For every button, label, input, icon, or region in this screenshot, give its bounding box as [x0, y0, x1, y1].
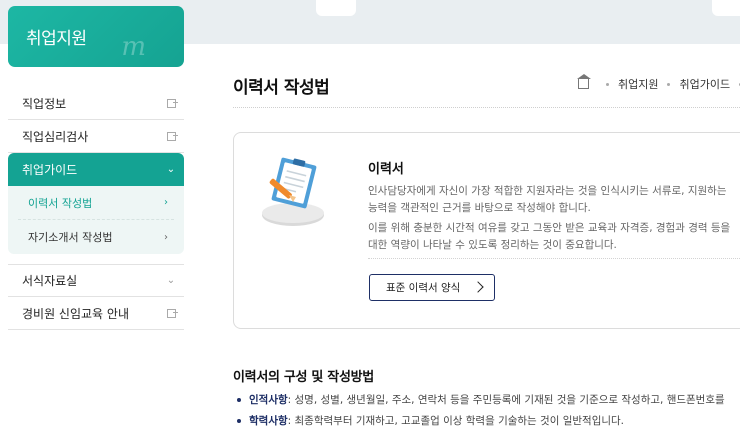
bullet-icon	[237, 397, 241, 402]
submenu-item-cover-letter[interactable]: 자기소개서 작성법 ›	[18, 220, 174, 254]
card-description: 인사담당자에게 자신이 가장 적합한 지원자라는 것을 인식시키는 서류로, 지…	[368, 185, 727, 197]
list-item: 인적사항 : 성명, 성별, 생년월일, 주소, 연락처 등을 주민등록에 기재…	[237, 392, 725, 407]
resume-info-card: 이력서 인사담당자에게 자신이 가장 적합한 지원자라는 것을 인식시키는 서류…	[233, 132, 740, 329]
decorative-script-icon: m	[121, 32, 146, 62]
sidebar-header: 취업지원 m	[8, 6, 184, 67]
card-divider	[368, 258, 740, 259]
sidebar-menu: 직업정보 직업심리검사 취업가이드 ⌄ 이력서 작성법 › 자기소개서 작성법 …	[8, 87, 184, 330]
page-title: 이력서 작성법	[233, 78, 330, 98]
card-description: 능력을 객관적인 근거를 바탕으로 작성해야 합니다.	[368, 202, 591, 214]
list-item-text: : 최종학력부터 기재하고, 고교졸업 이상 학력을 기술하는 것이 일반적입니…	[287, 415, 625, 427]
list-item-term: 학력사항	[249, 415, 288, 427]
chevron-right-icon: ›	[164, 197, 168, 208]
chevron-right-icon: ›	[164, 231, 168, 243]
list-item-text: : 성명, 성별, 생년월일, 주소, 연락처 등을 주민등록에 기재된 것을 …	[287, 394, 725, 406]
banner-shape	[712, 0, 740, 16]
sidebar-item-label: 경비원 신임교육 안내	[22, 306, 129, 321]
card-title: 이력서	[368, 162, 404, 177]
sidebar-item-label: 서식자료실	[22, 274, 78, 288]
sidebar-item-job-info[interactable]: 직업정보	[8, 87, 184, 120]
breadcrumb-separator	[667, 82, 671, 86]
chevron-down-icon: ⌄	[166, 164, 176, 175]
card-description: 대한 역량이 나타날 수 있도록 정리하는 것이 중요합니다.	[368, 239, 617, 251]
external-link-icon	[166, 98, 178, 108]
sidebar-item-forms[interactable]: 서식자료실 ⌄	[8, 264, 184, 297]
external-link-icon	[166, 308, 178, 318]
list-item: 학력사항 : 최종학력부터 기재하고, 고교졸업 이상 학력을 기술하는 것이 …	[237, 413, 624, 428]
sidebar-title: 취업지원	[26, 29, 87, 49]
banner-shape	[316, 0, 356, 16]
breadcrumb-separator	[606, 82, 609, 86]
sidebar-item-label: 직업심리검사	[22, 129, 89, 144]
sidebar-item-label: 취업가이드	[22, 163, 78, 177]
home-icon[interactable]	[577, 74, 591, 89]
chevron-right-icon	[472, 281, 484, 293]
button-label: 표준 이력서 양식	[386, 282, 461, 294]
standard-resume-form-button[interactable]: 표준 이력서 양식	[369, 274, 495, 301]
card-description: 이를 위해 충분한 시간적 여유를 갖고 그동안 받은 교육과 자격증, 경험과…	[368, 222, 731, 234]
breadcrumb: 취업지원 취업가이드 이	[577, 74, 740, 92]
clipboard-pencil-icon	[262, 157, 324, 226]
sidebar-submenu: 이력서 작성법 › 자기소개서 작성법 ›	[8, 186, 184, 254]
section-title: 이력서의 구성 및 작성방법	[233, 370, 374, 385]
sidebar-item-psych-test[interactable]: 직업심리검사	[8, 120, 184, 153]
list-item-term: 인적사항	[249, 394, 288, 406]
sidebar-item-label: 직업정보	[22, 96, 67, 111]
title-divider	[233, 107, 740, 108]
sidebar: 취업지원 m 직업정보 직업심리검사 취업가이드 ⌄ 이력서 작성법 › 자기소…	[8, 6, 184, 330]
sidebar-item-job-guide[interactable]: 취업가이드 ⌄	[8, 153, 184, 186]
sidebar-item-guard-training[interactable]: 경비원 신임교육 안내	[8, 297, 184, 330]
submenu-item-label: 자기소개서 작성법	[28, 231, 113, 244]
breadcrumb-item[interactable]: 취업지원	[618, 76, 658, 92]
submenu-item-resume[interactable]: 이력서 작성법 ›	[18, 186, 174, 220]
breadcrumb-item[interactable]: 취업가이드	[679, 76, 730, 92]
bullet-icon	[237, 418, 241, 423]
submenu-item-label: 이력서 작성법	[28, 196, 93, 210]
external-link-icon	[166, 131, 178, 141]
chevron-down-icon: ⌄	[166, 275, 176, 286]
